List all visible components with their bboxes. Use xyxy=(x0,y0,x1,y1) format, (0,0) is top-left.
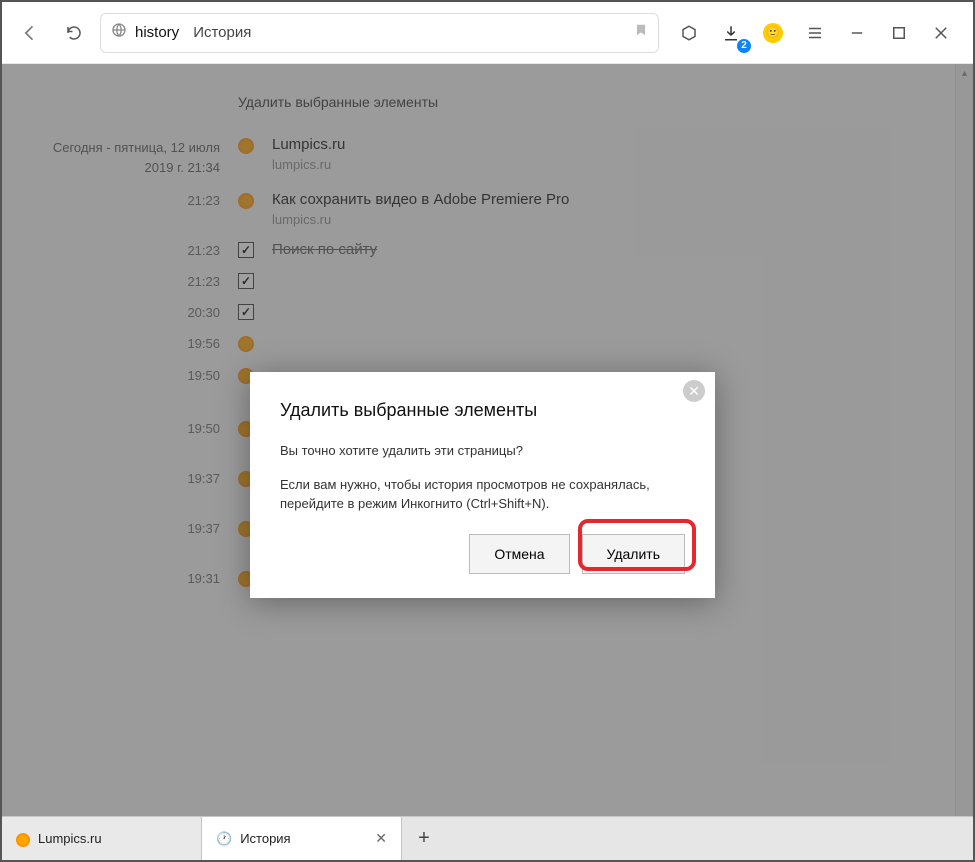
entry-title[interactable]: Lumpics.ru xyxy=(272,136,345,153)
profile-avatar[interactable]: 🙂 xyxy=(755,15,791,51)
tab-label: Lumpics.ru xyxy=(38,831,102,846)
entry-title[interactable]: Поиск по сайту xyxy=(272,241,377,258)
downloads-badge: 2 xyxy=(737,39,751,53)
tab-favicon xyxy=(16,833,30,847)
site-favicon xyxy=(238,193,254,209)
dialog-title: Удалить выбранные элементы xyxy=(280,400,685,421)
address-bar[interactable]: history История xyxy=(100,13,659,53)
dialog-text-2: Если вам нужно, чтобы история просмотров… xyxy=(280,475,685,514)
history-entry: 21:23 ✓ Поиск по сайту xyxy=(42,241,933,258)
bookmark-icon[interactable] xyxy=(634,23,648,42)
entry-time: 19:50 xyxy=(42,366,220,383)
menu-icon[interactable] xyxy=(797,15,833,51)
date-label: Сегодня - пятница, 12 июля 2019 г. 21:34 xyxy=(42,136,220,177)
browser-toolbar: history История 2 🙂 xyxy=(2,2,973,64)
entry-time: 19:37 xyxy=(42,469,220,486)
address-label: История xyxy=(193,24,251,41)
vertical-scrollbar[interactable]: ▴ xyxy=(955,64,973,816)
entry-checkbox[interactable]: ✓ xyxy=(238,242,254,258)
window-minimize[interactable] xyxy=(839,15,875,51)
history-icon: 🕐 xyxy=(216,831,232,847)
entry-time: 19:56 xyxy=(42,334,220,351)
entry-time: 21:23 xyxy=(42,272,220,289)
entry-time: 19:31 xyxy=(42,569,220,586)
tab-label: История xyxy=(240,831,290,846)
entry-time: 19:37 xyxy=(42,519,220,536)
history-entry: Сегодня - пятница, 12 июля 2019 г. 21:34… xyxy=(42,136,933,177)
site-icon xyxy=(111,22,127,43)
dialog-close-icon[interactable]: ✕ xyxy=(683,380,705,402)
tab-strip: Lumpics.ru 🕐 История ✕ + xyxy=(2,816,973,860)
entry-time: 21:23 xyxy=(42,191,220,208)
tab-close-icon[interactable]: ✕ xyxy=(375,830,387,847)
site-favicon xyxy=(238,138,254,154)
reload-button[interactable] xyxy=(56,15,92,51)
history-entry: 20:30 ✓ xyxy=(42,303,933,320)
entry-time: 21:23 xyxy=(42,241,220,258)
cancel-button[interactable]: Отмена xyxy=(469,534,569,574)
entry-checkbox[interactable]: ✓ xyxy=(238,273,254,289)
tab-lumpics[interactable]: Lumpics.ru xyxy=(2,817,202,860)
scroll-up-arrow[interactable]: ▴ xyxy=(956,64,973,82)
entry-domain: lumpics.ru xyxy=(272,157,345,172)
window-maximize[interactable] xyxy=(881,15,917,51)
tab-history[interactable]: 🕐 История ✕ xyxy=(202,817,402,860)
entry-time: 19:50 xyxy=(42,419,220,436)
confirm-delete-dialog: ✕ Удалить выбранные элементы Вы точно хо… xyxy=(250,372,715,598)
site-favicon xyxy=(238,336,254,352)
address-text: history xyxy=(135,24,179,41)
delete-selected-link[interactable]: Удалить выбранные элементы xyxy=(238,94,438,110)
history-entry: 19:56 xyxy=(42,334,933,352)
entry-checkbox[interactable]: ✓ xyxy=(238,304,254,320)
downloads-icon[interactable]: 2 xyxy=(713,15,749,51)
back-button[interactable] xyxy=(12,15,48,51)
history-entry: 21:23 ✓ xyxy=(42,272,933,289)
history-entry: 21:23 Как сохранить видео в Adobe Premie… xyxy=(42,191,933,227)
entry-time: 20:30 xyxy=(42,303,220,320)
dialog-text-1: Вы точно хотите удалить эти страницы? xyxy=(280,441,685,461)
yandex-services-icon[interactable] xyxy=(671,15,707,51)
toolbar-right: 2 🙂 xyxy=(667,15,963,51)
entry-title[interactable]: Как сохранить видео в Adobe Premiere Pro xyxy=(272,191,569,208)
window-close[interactable] xyxy=(923,15,959,51)
new-tab-button[interactable]: + xyxy=(402,817,446,860)
entry-domain: lumpics.ru xyxy=(272,212,569,227)
delete-button[interactable]: Удалить xyxy=(582,534,685,574)
